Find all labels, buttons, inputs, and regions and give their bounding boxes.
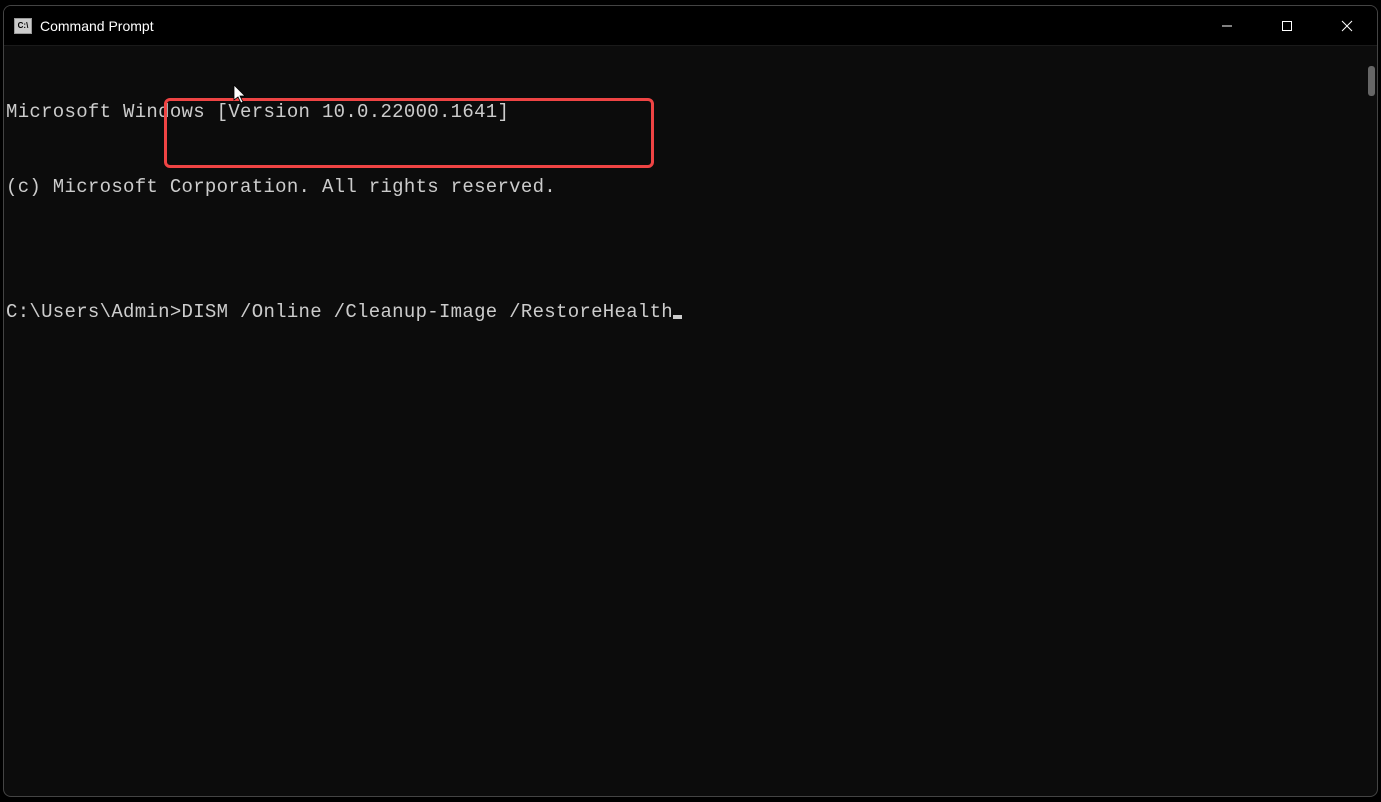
command-text: DISM /Online /Cleanup-Image /RestoreHeal…	[182, 300, 673, 325]
cmd-icon: C:\	[14, 18, 32, 34]
prompt-line: C:\Users\Admin>DISM /Online /Cleanup-Ima…	[6, 300, 1375, 325]
maximize-button[interactable]	[1257, 6, 1317, 45]
terminal-content: Microsoft Windows [Version 10.0.22000.16…	[4, 46, 1377, 379]
minimize-icon	[1221, 20, 1233, 32]
titlebar-left: C:\ Command Prompt	[14, 18, 154, 34]
terminal-area[interactable]: Microsoft Windows [Version 10.0.22000.16…	[4, 46, 1377, 796]
prompt-text: C:\Users\Admin>	[6, 300, 182, 325]
close-button[interactable]	[1317, 6, 1377, 45]
text-cursor	[673, 315, 682, 319]
titlebar[interactable]: C:\ Command Prompt	[4, 6, 1377, 46]
version-line: Microsoft Windows [Version 10.0.22000.16…	[6, 100, 1375, 125]
vertical-scrollbar[interactable]	[1361, 46, 1377, 796]
scrollbar-thumb[interactable]	[1368, 66, 1375, 96]
copyright-line: (c) Microsoft Corporation. All rights re…	[6, 175, 1375, 200]
close-icon	[1341, 20, 1353, 32]
window-controls	[1197, 6, 1377, 45]
command-prompt-window: C:\ Command Prompt Microsoft Windows [Ve…	[3, 5, 1378, 797]
maximize-icon	[1281, 20, 1293, 32]
cmd-icon-label: C:\	[18, 21, 29, 30]
minimize-button[interactable]	[1197, 6, 1257, 45]
window-title: Command Prompt	[40, 18, 154, 34]
